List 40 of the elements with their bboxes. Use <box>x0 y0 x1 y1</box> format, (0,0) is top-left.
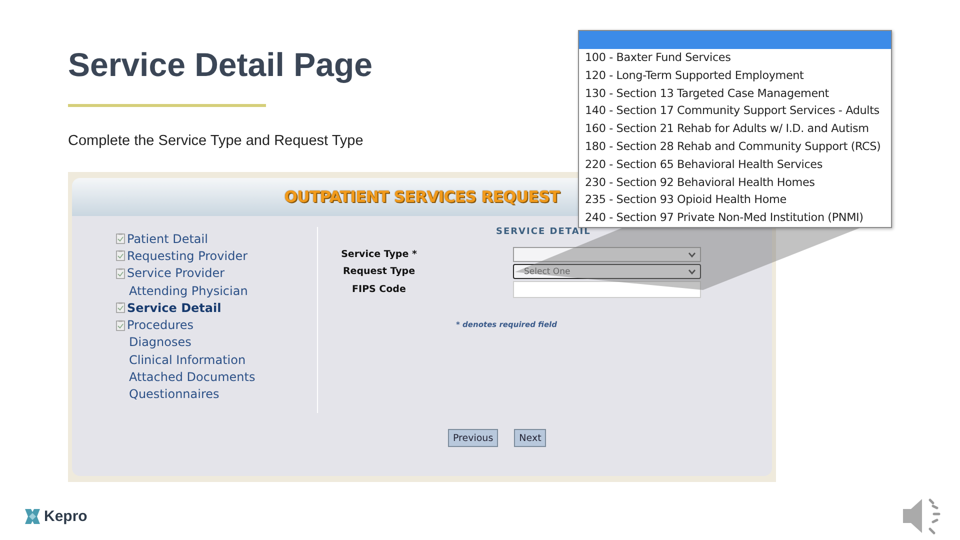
previous-button[interactable]: Previous <box>448 429 498 447</box>
logo-icon <box>24 508 41 524</box>
nav-link[interactable]: Service Provider <box>127 266 225 280</box>
slide-title: Service Detail Page <box>68 45 373 85</box>
field-label: Service Type * <box>340 249 418 260</box>
dropdown-option[interactable]: 100 - Baxter Fund Services <box>579 49 891 67</box>
next-button[interactable]: Next <box>514 429 546 447</box>
field-label: Request Type <box>342 266 416 277</box>
nav-link[interactable]: Service Detail <box>127 300 222 315</box>
field-label: FIPS Code <box>351 284 407 295</box>
input-field[interactable] <box>513 281 701 298</box>
nav-link[interactable]: Requesting Provider <box>127 248 248 263</box>
dropdown-option[interactable]: 160 - Section 21 Rehab for Adults w/ I.D. and Autism <box>579 120 891 138</box>
nav-link[interactable]: Procedures <box>127 318 194 332</box>
nav-link[interactable]: Clinical Information <box>129 352 246 367</box>
page-heading: OUTPATIENT SERVICES REQUEST <box>284 188 560 206</box>
dropdown-option[interactable]: 240 - Section 97 Private Non-Med Institution (PNMI) <box>579 209 891 227</box>
dropdown-option[interactable]: 130 - Section 13 Targeted Case Management <box>579 84 891 102</box>
clipboard-icon <box>116 250 125 262</box>
dropdown-option[interactable]: 230 - Section 92 Behavioral Health Homes <box>579 174 891 192</box>
dropdown-option[interactable]: 235 - Section 93 Opioid Health Home <box>579 191 891 210</box>
nav-link[interactable]: Diagnoses <box>129 335 192 350</box>
logo-text: Kepro <box>44 508 88 524</box>
select-field[interactable] <box>513 247 701 262</box>
dropdown-option[interactable]: 220 - Section 65 Behavioral Health Services <box>579 156 891 174</box>
dropdown-option[interactable]: 140 - Section 17 Community Support Services - Adults <box>579 102 891 120</box>
slide-subtitle: Complete the Service Type and Request Type <box>68 132 364 150</box>
clipboard-icon <box>116 268 125 279</box>
caret-icon <box>688 268 696 274</box>
nav-link[interactable]: Patient Detail <box>127 232 208 246</box>
dropdown-option[interactable]: 180 - Section 28 Rehab and Community Support (RCS) <box>579 138 891 156</box>
caret-icon <box>688 252 696 258</box>
clipboard-icon <box>116 320 125 331</box>
nav-link[interactable]: Attending Physician <box>129 284 248 298</box>
section-title: SERVICE DETAIL <box>496 227 591 239</box>
dropdown-option[interactable]: 120 - Long-Term Supported Employment <box>579 66 891 85</box>
clipboard-icon <box>116 302 125 314</box>
clipboard-icon <box>116 233 125 244</box>
nav-link[interactable]: Questionnaires <box>129 387 220 402</box>
nav-link[interactable]: Attached Documents <box>129 370 256 384</box>
